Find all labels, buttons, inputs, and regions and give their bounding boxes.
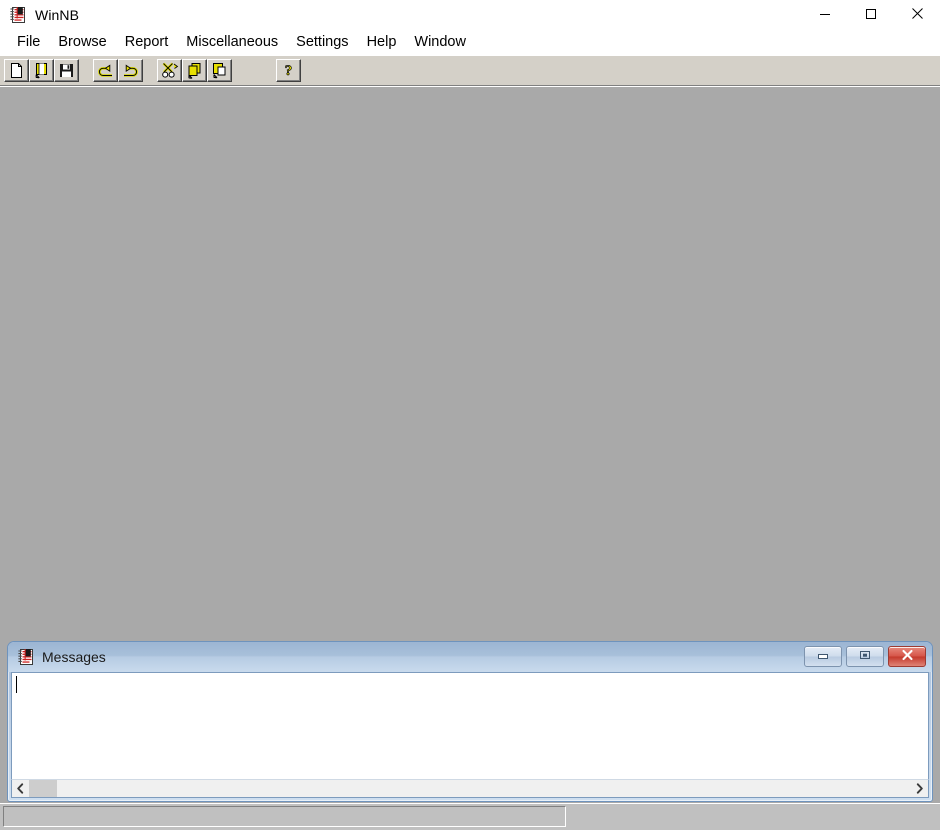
messages-text-content xyxy=(15,675,928,779)
application-window: WinNB File Browse Report Miscellaneous S… xyxy=(0,0,940,830)
notebook-icon xyxy=(17,648,35,666)
open-folder-icon xyxy=(33,62,50,79)
menu-item-help[interactable]: Help xyxy=(358,31,406,54)
messages-window-title: Messages xyxy=(42,648,106,665)
close-icon xyxy=(911,7,924,23)
minimize-button[interactable] xyxy=(802,0,848,30)
mdi-client-area: Messages xyxy=(0,86,940,803)
toolbar-group-clipboard xyxy=(157,59,232,82)
status-bar xyxy=(0,803,940,830)
scroll-thumb[interactable] xyxy=(29,780,57,797)
title-bar: WinNB xyxy=(0,0,940,30)
menu-bar: File Browse Report Miscellaneous Setting… xyxy=(0,30,940,55)
toolbar-group-help: ? xyxy=(276,59,301,82)
messages-title-left: Messages xyxy=(17,648,106,666)
messages-child-window: Messages xyxy=(7,641,933,802)
messages-text-area[interactable] xyxy=(11,672,929,779)
title-bar-left: WinNB xyxy=(0,6,79,24)
chevron-left-icon xyxy=(17,783,24,794)
menu-item-window[interactable]: Window xyxy=(405,31,475,54)
toolbar-group-edit-history xyxy=(93,59,143,82)
minimize-icon xyxy=(815,649,831,664)
copy-button[interactable] xyxy=(182,59,207,82)
scroll-right-button[interactable] xyxy=(911,780,928,797)
maximize-icon xyxy=(865,8,877,23)
paste-button[interactable] xyxy=(207,59,232,82)
redo-arrow-icon xyxy=(121,63,140,78)
notebook-icon xyxy=(9,6,27,24)
toolbar: ? xyxy=(0,55,940,87)
menu-item-miscellaneous[interactable]: Miscellaneous xyxy=(177,31,287,54)
new-file-button[interactable] xyxy=(4,59,29,82)
scissors-icon xyxy=(161,62,179,79)
floppy-disk-icon xyxy=(58,62,75,79)
messages-minimize-button[interactable] xyxy=(804,646,842,667)
undo-arrow-icon xyxy=(96,63,115,78)
help-button[interactable]: ? xyxy=(276,59,301,82)
question-mark-icon: ? xyxy=(281,62,296,79)
window-controls xyxy=(802,0,940,30)
open-file-button[interactable] xyxy=(29,59,54,82)
messages-restore-button[interactable] xyxy=(846,646,884,667)
scroll-track[interactable] xyxy=(29,780,911,797)
messages-window-controls xyxy=(804,646,926,667)
new-document-icon xyxy=(8,62,25,79)
paste-clipboard-icon xyxy=(211,62,228,79)
messages-title-bar[interactable]: Messages xyxy=(8,642,932,672)
toolbar-group-file xyxy=(4,59,79,82)
status-panel-message xyxy=(3,806,566,827)
menu-item-file[interactable]: File xyxy=(8,31,49,54)
undo-button[interactable] xyxy=(93,59,118,82)
cut-button[interactable] xyxy=(157,59,182,82)
maximize-button[interactable] xyxy=(848,0,894,30)
scroll-left-button[interactable] xyxy=(12,780,29,797)
restore-icon xyxy=(858,649,872,664)
copy-documents-icon xyxy=(186,62,203,79)
save-file-button[interactable] xyxy=(54,59,79,82)
menu-item-report[interactable]: Report xyxy=(116,31,178,54)
svg-text:?: ? xyxy=(285,63,293,79)
minimize-icon xyxy=(819,8,831,23)
messages-close-button[interactable] xyxy=(888,646,926,667)
window-title: WinNB xyxy=(35,7,80,23)
redo-button[interactable] xyxy=(118,59,143,82)
menu-item-settings[interactable]: Settings xyxy=(287,31,357,54)
menu-item-browse[interactable]: Browse xyxy=(49,31,115,54)
close-button[interactable] xyxy=(894,0,940,30)
close-icon xyxy=(901,649,914,664)
chevron-right-icon xyxy=(916,783,923,794)
text-caret xyxy=(16,676,17,693)
messages-horizontal-scrollbar[interactable] xyxy=(11,779,929,798)
